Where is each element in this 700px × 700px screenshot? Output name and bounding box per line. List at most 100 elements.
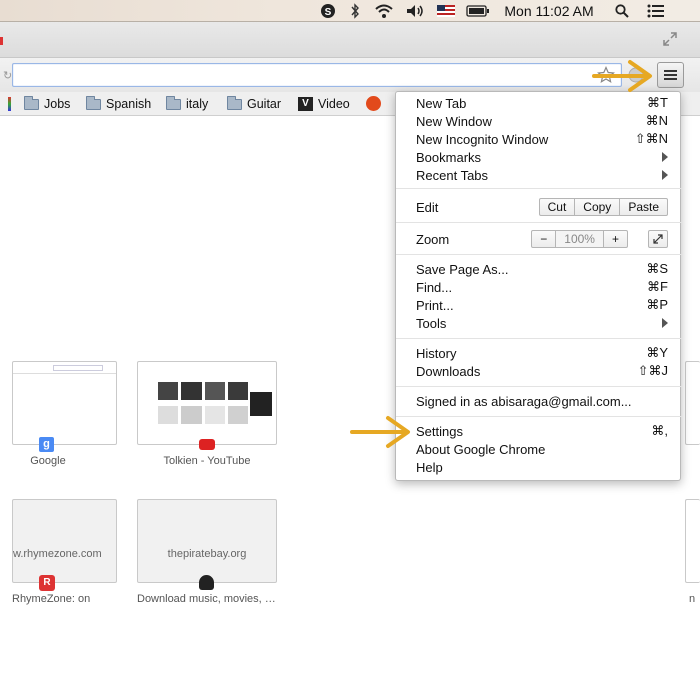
zoom-level-value: 100% (555, 231, 603, 247)
bluetooth-icon[interactable] (345, 0, 365, 22)
menu-item-signed-in[interactable]: Signed in as abisaraga@gmail.com... (416, 392, 668, 410)
submenu-arrow-icon (662, 152, 668, 162)
apps-icon[interactable] (8, 97, 11, 111)
folder-icon (166, 95, 181, 110)
menu-item-label: Downloads (416, 363, 481, 379)
menu-shortcut: ⌘S (646, 261, 668, 276)
us-flag-icon[interactable] (436, 0, 456, 22)
copy-button[interactable]: Copy (574, 199, 619, 215)
menu-shortcut: ⌘T (647, 95, 668, 110)
thumbnail-label: Tolkien - YouTube (163, 455, 251, 467)
menu-item-label: Settings (416, 423, 463, 439)
menu-item-print[interactable]: Print... ⌘P (416, 296, 668, 314)
fullscreen-icon (653, 234, 663, 244)
menu-item-label: Help (416, 459, 443, 475)
menu-item-label: New Tab (416, 95, 467, 111)
most-visited-thumbnail-piratebay[interactable]: thepiratebay.org (137, 499, 277, 583)
menu-item-label: About Google Chrome (416, 441, 546, 457)
svg-text:S: S (325, 7, 332, 18)
chrome-tab-strip (0, 22, 700, 58)
thumbnail-label: Google (30, 455, 66, 467)
menu-separator (396, 222, 682, 223)
menu-item-help[interactable]: Help (416, 458, 668, 476)
menu-item-about-google-chrome[interactable]: About Google Chrome (416, 440, 668, 458)
youtube-favicon (199, 439, 215, 450)
menu-item-new-window[interactable]: New Window ⌘N (416, 112, 668, 130)
folder-icon (86, 95, 101, 110)
most-visited-thumbnail-google[interactable] (12, 361, 117, 445)
spotlight-search-icon[interactable] (612, 0, 632, 22)
menu-separator (396, 416, 682, 417)
bookmark-label: Spanish (106, 97, 152, 111)
hamburger-icon (664, 70, 677, 80)
thumbnail-site: thepiratebay.org (167, 548, 247, 560)
annotation-arrow-menu-icon (592, 60, 652, 92)
paste-button[interactable]: Paste (619, 199, 667, 215)
menu-item-new-tab[interactable]: New Tab ⌘T (416, 94, 668, 112)
menu-item-label: Find... (416, 279, 453, 295)
bookmark-folder-jobs[interactable]: Jobs (24, 94, 70, 114)
most-visited-thumbnail-partial[interactable] (685, 361, 700, 445)
piratebay-favicon (199, 575, 214, 590)
menu-separator (396, 386, 682, 387)
notification-center-icon[interactable] (644, 0, 668, 22)
menu-shortcut: ⌘F (647, 279, 668, 294)
menu-shortcut: ⌘P (646, 297, 668, 312)
rhymezone-favicon: R (39, 575, 55, 591)
submenu-arrow-icon (662, 170, 668, 180)
vimeo-icon: V (298, 97, 313, 111)
folder-icon (24, 95, 39, 110)
bookmark-label: italy (186, 97, 209, 111)
bookmark-folder-italy[interactable]: italy (166, 94, 208, 114)
zoom-control-group: − 100% + (531, 230, 628, 248)
menu-item-zoom: Zoom − 100% + (416, 230, 668, 248)
menu-item-label: New Incognito Window (416, 131, 549, 147)
fullscreen-button[interactable] (648, 230, 668, 248)
bookmark-label: Jobs (44, 97, 71, 111)
close-window-button[interactable] (0, 37, 3, 45)
wifi-icon[interactable] (372, 0, 396, 22)
reload-icon[interactable]: ↻ (3, 69, 12, 82)
menu-item-label: Signed in as abisaraga@gmail.com... (416, 393, 632, 409)
menu-separator (396, 338, 682, 339)
bookmark-folder-guitar[interactable]: Guitar (227, 94, 281, 114)
menu-item-tools[interactable]: Tools (416, 314, 668, 332)
menu-item-save-page-as[interactable]: Save Page As... ⌘S (416, 260, 668, 278)
bookmark-folder-spanish[interactable]: Spanish (86, 94, 151, 114)
submenu-arrow-icon (662, 318, 668, 328)
menu-shortcut: ⌘Y (646, 345, 668, 360)
menu-shortcut: ⇧⌘N (634, 131, 668, 146)
bookmark-label: Video (318, 97, 350, 111)
menu-shortcut: ⌘, (651, 423, 668, 438)
cut-button[interactable]: Cut (540, 199, 575, 215)
zoom-in-button[interactable]: + (602, 231, 627, 247)
fullscreen-icon[interactable] (662, 31, 678, 47)
annotation-arrow-settings-icon (350, 416, 410, 448)
battery-icon[interactable] (465, 0, 491, 22)
menu-item-recent-tabs[interactable]: Recent Tabs (416, 166, 668, 184)
menu-item-downloads[interactable]: Downloads ⇧⌘J (416, 362, 668, 380)
most-visited-thumbnail-partial[interactable] (685, 499, 700, 583)
most-visited-thumbnail-rhymezone[interactable]: w.rhymezone.com (12, 499, 117, 583)
zoom-out-button[interactable]: − (532, 231, 555, 247)
menu-item-label: History (416, 345, 457, 361)
bookmark-video[interactable]: V Video (298, 94, 350, 114)
menu-item-label: Edit (416, 199, 439, 215)
omnibox-input[interactable] (12, 63, 622, 87)
menu-item-history[interactable]: History ⌘Y (416, 344, 668, 362)
menu-item-label: Save Page As... (416, 261, 509, 277)
menu-item-find[interactable]: Find... ⌘F (416, 278, 668, 296)
skype-icon[interactable]: S (318, 0, 338, 22)
chrome-menu-button[interactable] (657, 62, 684, 88)
edit-button-group: Cut Copy Paste (538, 198, 668, 216)
menu-item-settings[interactable]: Settings ⌘, (416, 422, 668, 440)
tomato-bookmark-icon[interactable] (366, 96, 381, 111)
menu-separator (396, 188, 682, 189)
volume-icon[interactable] (403, 0, 427, 22)
menu-shortcut: ⇧⌘J (637, 363, 668, 378)
most-visited-thumbnail-youtube[interactable] (137, 361, 277, 445)
menubar-clock[interactable]: Mon 11:02 AM (496, 0, 602, 22)
menu-item-new-incognito-window[interactable]: New Incognito Window ⇧⌘N (416, 130, 668, 148)
thumbnail-site: w.rhymezone.com (13, 548, 102, 560)
menu-item-bookmarks[interactable]: Bookmarks (416, 148, 668, 166)
